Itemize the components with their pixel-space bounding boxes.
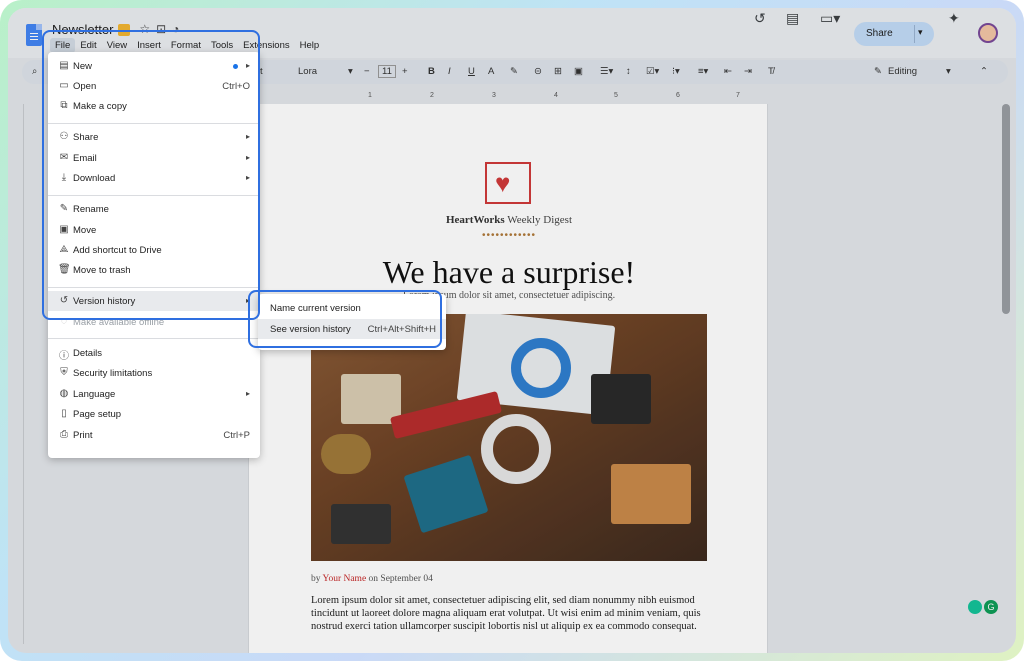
bullet-list-icon[interactable]: ⁝▾: [672, 66, 680, 77]
ruler-label: 5: [614, 92, 618, 99]
chevron-down-icon[interactable]: ▾: [946, 66, 951, 77]
link-icon[interactable]: ⊝: [534, 66, 542, 77]
font-size-input[interactable]: 11: [378, 65, 396, 78]
share-button[interactable]: Share ▾: [854, 22, 934, 46]
security-icon: ⛨: [60, 367, 68, 378]
menu-item-print[interactable]: ⎙ Print Ctrl+P: [48, 425, 260, 445]
indent-decrease-icon[interactable]: ⇤: [724, 66, 732, 77]
text-color-icon[interactable]: A: [488, 66, 494, 77]
ruler-label: 3: [492, 92, 496, 99]
heart-logo: ♥: [485, 162, 531, 204]
image-icon[interactable]: ▣: [574, 66, 583, 77]
divider-dots: ••••••••••••: [481, 230, 536, 241]
document-page[interactable]: ♥ HeartWorks Weekly Digest •••••••••••• …: [248, 104, 768, 653]
ruler-label: 4: [554, 92, 558, 99]
italic-icon[interactable]: I: [448, 66, 451, 77]
comment-add-icon[interactable]: ⊞: [554, 66, 562, 77]
headline: We have a surprise!: [382, 254, 636, 290]
clear-format-icon[interactable]: T̸: [768, 66, 774, 77]
body-paragraph: Lorem ipsum dolor sit amet, consectetuer…: [311, 595, 701, 632]
search-menus-icon[interactable]: ⌕: [32, 66, 37, 77]
vertical-ruler: [14, 104, 24, 644]
brand-name: HeartWorks Weekly Digest: [445, 214, 572, 226]
menu-item-page-setup[interactable]: ▯ Page setup: [48, 404, 260, 424]
byline: by Your Name on September 04: [311, 574, 433, 584]
docs-window: Newsletter ☆⊡◔ File Edit View Insert For…: [8, 8, 1016, 653]
bold-icon[interactable]: B: [428, 66, 435, 77]
numbered-list-icon[interactable]: ≡▾: [698, 66, 708, 77]
menu-item-details[interactable]: ⓘ Details: [48, 343, 260, 363]
chevron-down-icon[interactable]: ▾: [348, 66, 353, 77]
gemini-icon[interactable]: ✦: [948, 10, 960, 27]
font-select[interactable]: Lora: [298, 66, 317, 77]
menu-item-security[interactable]: ⛨ Security limitations: [48, 363, 260, 383]
chevron-down-icon[interactable]: ▾: [918, 27, 923, 38]
file-menu-highlight: [42, 30, 260, 320]
ruler-label: 1: [368, 92, 372, 99]
underline-icon[interactable]: U: [468, 66, 475, 77]
align-icon[interactable]: ☰▾: [600, 66, 613, 77]
globe-icon: ◍: [59, 388, 69, 399]
collapse-toolbar-icon[interactable]: ⌃: [980, 66, 988, 77]
horizontal-ruler: 1 2 3 4 5 6 7: [248, 88, 768, 100]
menu-item-language[interactable]: ◍ Language ▸: [48, 384, 260, 404]
ruler-label: 6: [676, 92, 680, 99]
font-size-increase[interactable]: +: [402, 66, 408, 77]
share-label: Share: [866, 28, 893, 39]
newsletter-photo: [311, 314, 707, 561]
info-icon: ⓘ: [59, 351, 69, 362]
print-icon: ⎙: [60, 429, 68, 440]
pencil-icon: ✎: [874, 66, 882, 77]
submenu-highlight: [248, 290, 442, 348]
indent-increase-icon[interactable]: ⇥: [744, 66, 752, 77]
line-spacing-icon[interactable]: ↕: [626, 66, 631, 77]
grammarly-badge[interactable]: G: [968, 600, 1000, 616]
checklist-icon[interactable]: ☑▾: [646, 66, 659, 77]
meet-icon[interactable]: ▭▾: [820, 10, 840, 27]
ruler-label: 2: [430, 92, 434, 99]
editing-mode[interactable]: Editing: [888, 66, 917, 77]
vertical-scrollbar[interactable]: [1002, 104, 1010, 314]
avatar[interactable]: [978, 23, 998, 43]
comments-icon[interactable]: ▤: [786, 10, 799, 27]
history-icon[interactable]: ↺: [754, 10, 766, 27]
highlight-pen-icon[interactable]: ✎: [510, 66, 518, 77]
font-size-decrease[interactable]: −: [364, 66, 370, 77]
docs-logo-icon[interactable]: [26, 24, 42, 46]
menu-help[interactable]: Help: [295, 38, 325, 53]
ruler-label: 7: [736, 92, 740, 99]
page-setup-icon: ▯: [61, 408, 67, 419]
